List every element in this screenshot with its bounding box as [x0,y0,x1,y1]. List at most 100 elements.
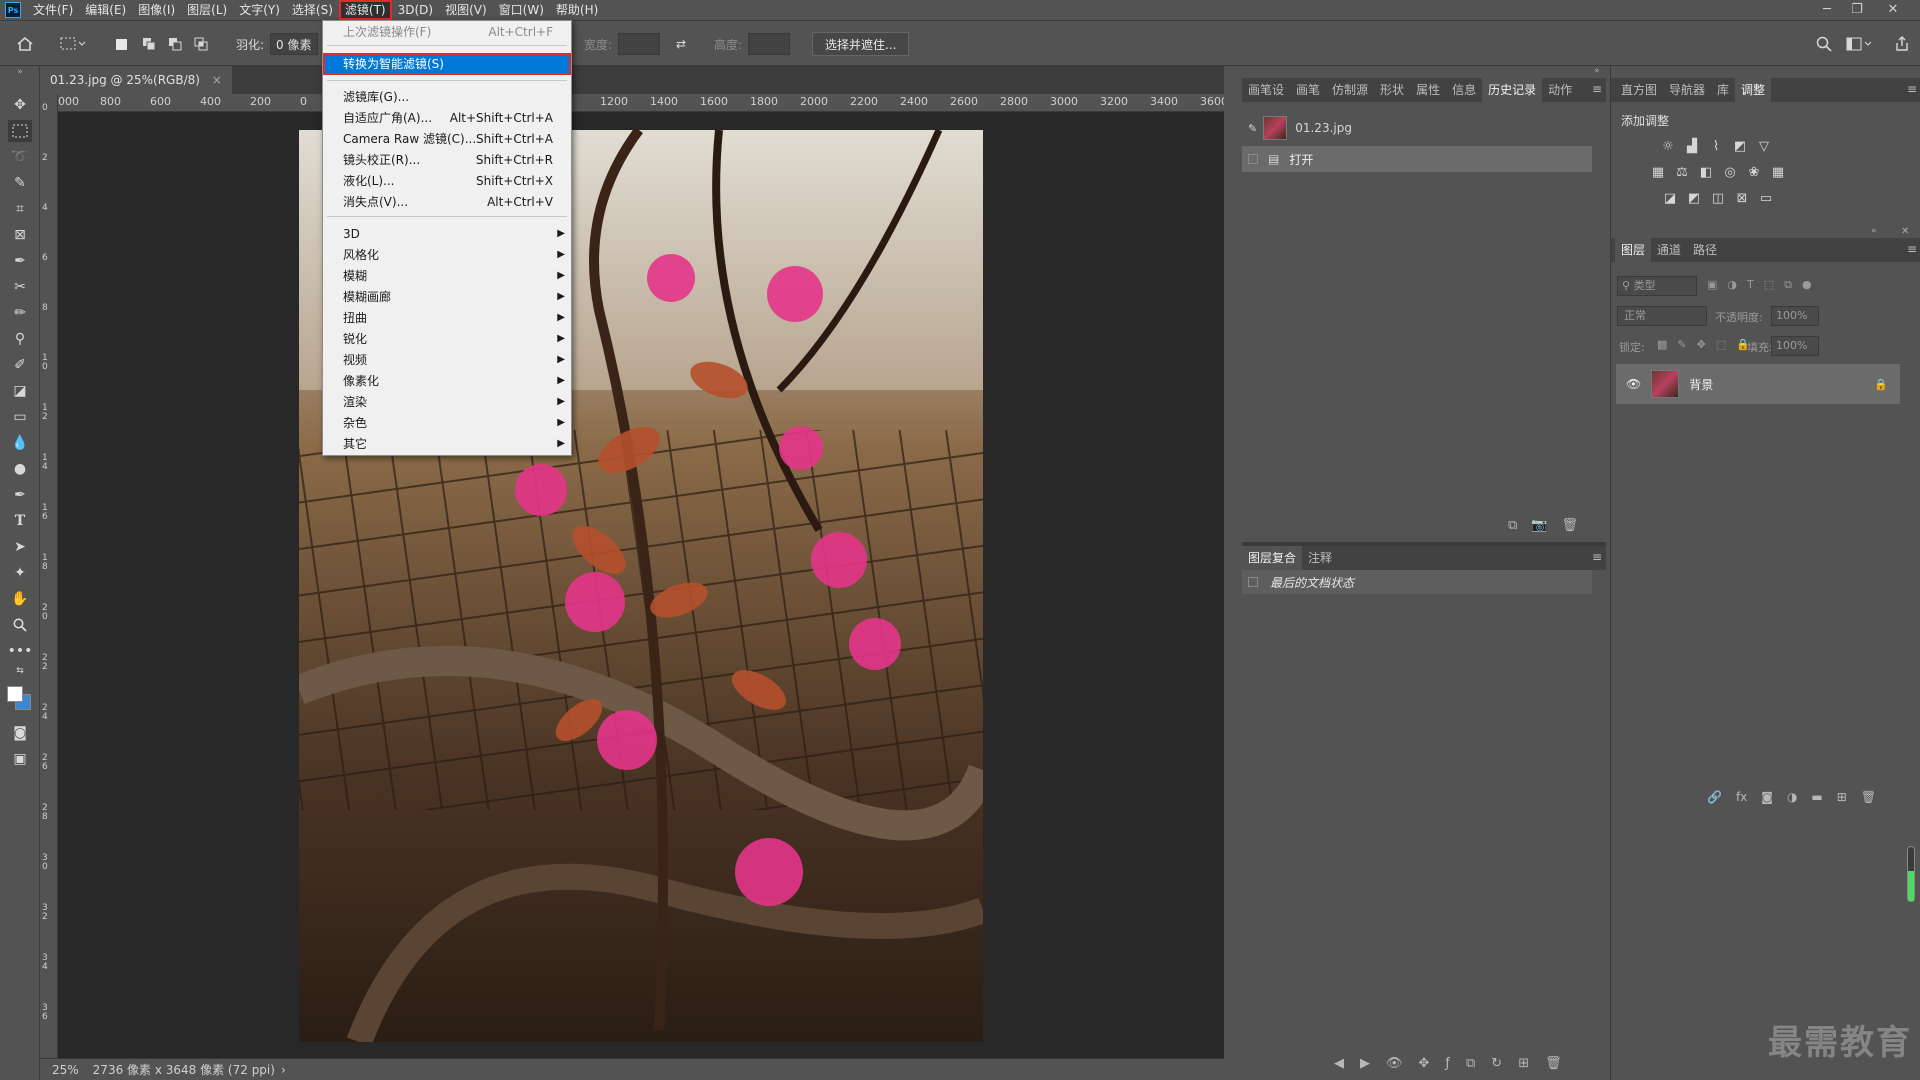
scrollbar-thumb[interactable] [1908,871,1914,901]
update-position-icon[interactable]: ✥ [1419,1056,1430,1071]
history-brush-tool-icon[interactable]: ✐ [8,354,32,376]
submenu-render[interactable]: 渲染 ▶ [323,392,571,412]
tab-notes[interactable]: 注释 [1302,546,1338,570]
eyedropper-tool-icon[interactable]: ✒ [8,250,32,272]
vibrance-icon[interactable]: ▽ [1755,138,1773,154]
menu-item-convert-smart-filter[interactable]: 转换为智能滤镜(S) [323,53,571,75]
swap-colors-icon[interactable]: ⇆ [8,664,32,678]
status-menu-arrow[interactable]: › [281,1063,286,1077]
type-tool-icon[interactable]: T [8,510,32,532]
delete-comp-icon[interactable]: 🗑 [1545,1056,1562,1071]
exposure-icon[interactable]: ◩ [1731,138,1749,154]
tab-channels[interactable]: 通道 [1651,238,1687,262]
submenu-pixelate[interactable]: 像素化 ▶ [323,371,571,391]
layer-comp-checkbox[interactable] [1248,577,1258,587]
collapse-panel-icon[interactable]: » [1594,66,1604,78]
new-layer-icon[interactable]: ⊞ [1837,790,1847,804]
filter-toggle-icon[interactable]: ● [1802,278,1812,292]
new-selection-icon[interactable] [116,21,127,67]
menu-item-lens-correction[interactable]: 镜头校正(R)... Shift+Ctrl+R [323,150,571,170]
levels-icon[interactable]: ▟ [1683,138,1701,154]
channel-mixer-icon[interactable]: ❀ [1745,164,1763,180]
opacity-input[interactable]: 100% [1771,306,1819,326]
refresh-icon[interactable]: ↻ [1491,1056,1502,1071]
delete-state-icon[interactable]: 🗑 [1561,518,1578,533]
photo-filter-icon[interactable]: ◎ [1721,164,1739,180]
brush-tool-icon[interactable]: ✏ [8,302,32,324]
close-panel-icon[interactable]: ✕ [1901,226,1909,237]
gradient-map-icon[interactable]: ▭ [1757,190,1775,206]
menu-type[interactable]: 文字(Y) [233,0,286,20]
tab-history[interactable]: 历史记录 [1482,78,1543,102]
fill-input[interactable]: 100% [1771,336,1819,356]
lock-pixels-icon[interactable]: ✎ [1677,338,1686,351]
submenu-other[interactable]: 其它 ▶ [323,434,571,454]
menu-3d[interactable]: 3D(D) [392,0,439,20]
more-tools-icon[interactable]: ••• [8,640,33,662]
blur-tool-icon[interactable]: 💧 [8,432,32,454]
layer-row-background[interactable]: 👁 背景 🔒 [1616,364,1900,404]
menu-item-camera-raw[interactable]: Camera Raw 滤镜(C)... Shift+Ctrl+A [323,129,571,149]
tab-actions[interactable]: 动作 [1542,78,1578,102]
tab-brush-settings[interactable]: 画笔设 [1242,78,1290,102]
tab-clone-source[interactable]: 仿制源 [1326,78,1374,102]
brightness-contrast-icon[interactable]: ☼ [1659,138,1677,154]
path-selection-tool-icon[interactable]: ➤ [8,536,32,558]
dodge-tool-icon[interactable]: ● [8,458,32,480]
screen-mode-icon[interactable]: ▣ [8,748,32,770]
shape-filter-icon[interactable]: ⬚ [1764,278,1774,292]
tab-adjustments[interactable]: 调整 [1735,78,1772,102]
color-lookup-icon[interactable]: ▦ [1769,164,1787,180]
submenu-video[interactable]: 视频 ▶ [323,350,571,370]
layer-comp-row[interactable]: 最后的文档状态 [1242,570,1592,594]
menu-edit[interactable]: 编辑(E) [79,0,132,20]
tab-properties[interactable]: 属性 [1410,78,1446,102]
menu-item-filter-gallery[interactable]: 滤镜库(G)... [323,87,571,107]
update-comp-icon[interactable]: ⧉ [1466,1056,1475,1071]
quick-mask-icon[interactable]: ◙ [8,722,32,744]
frame-tool-icon[interactable]: ⊠ [8,224,32,246]
new-document-from-state-icon[interactable]: ⧉ [1508,518,1517,533]
history-checkbox[interactable] [1248,154,1258,164]
pixel-filter-icon[interactable]: ▣ [1707,278,1717,292]
zoom-level[interactable]: 25% [52,1063,79,1077]
invert-icon[interactable]: ◪ [1661,190,1679,206]
menu-select[interactable]: 选择(S) [286,0,339,20]
tab-navigator[interactable]: 导航器 [1663,78,1711,102]
tab-shapes[interactable]: 形状 [1374,78,1410,102]
menu-item-liquify[interactable]: 液化(L)... Shift+Ctrl+X [323,171,571,191]
adjustment-filter-icon[interactable]: ◑ [1727,278,1737,292]
black-white-icon[interactable]: ◧ [1697,164,1715,180]
new-group-icon[interactable]: ▬ [1811,790,1822,804]
move-tool-icon[interactable]: ✥ [8,94,32,116]
tab-histogram[interactable]: 直方图 [1615,78,1663,102]
feather-input[interactable]: 0 像素 [270,33,318,55]
gradient-tool-icon[interactable]: ▭ [8,406,32,428]
submenu-3d[interactable]: 3D ▶ [323,224,571,244]
add-selection-icon[interactable] [142,21,156,67]
search-icon[interactable] [1816,21,1832,67]
threshold-icon[interactable]: ◫ [1709,190,1727,206]
update-style-icon[interactable]: ƒ [1445,1056,1450,1071]
subtract-selection-icon[interactable] [168,21,182,67]
history-snapshot[interactable]: ✎ 01.23.jpg [1242,112,1592,144]
history-brush-source-icon[interactable]: ✎ [1248,122,1257,135]
width-input[interactable] [618,33,660,55]
marquee-tool-icon[interactable] [8,120,32,142]
link-layers-icon[interactable]: 🔗 [1707,790,1722,804]
quick-select-tool-icon[interactable]: ✎ [8,172,32,194]
menu-item-adaptive-wide-angle[interactable]: 自适应广角(A)... Alt+Shift+Ctrl+A [323,108,571,128]
minimize-icon[interactable]: ─ [1812,0,1842,20]
collapse-toolbar-icon[interactable]: » [8,66,32,78]
pen-tool-icon[interactable]: ✒ [8,484,32,506]
height-input[interactable] [748,33,790,55]
panel-menu-icon[interactable]: ≡ [1907,82,1917,96]
menu-file[interactable]: 文件(F) [27,0,79,20]
restore-icon[interactable]: ❐ [1842,0,1872,20]
layer-style-icon[interactable]: fx [1736,790,1747,804]
menu-image[interactable]: 图像(I) [132,0,181,20]
selective-color-icon[interactable]: ⊠ [1733,190,1751,206]
submenu-noise[interactable]: 杂色 ▶ [323,413,571,433]
menu-window[interactable]: 窗口(W) [493,0,550,20]
submenu-sharpen[interactable]: 锐化 ▶ [323,329,571,349]
